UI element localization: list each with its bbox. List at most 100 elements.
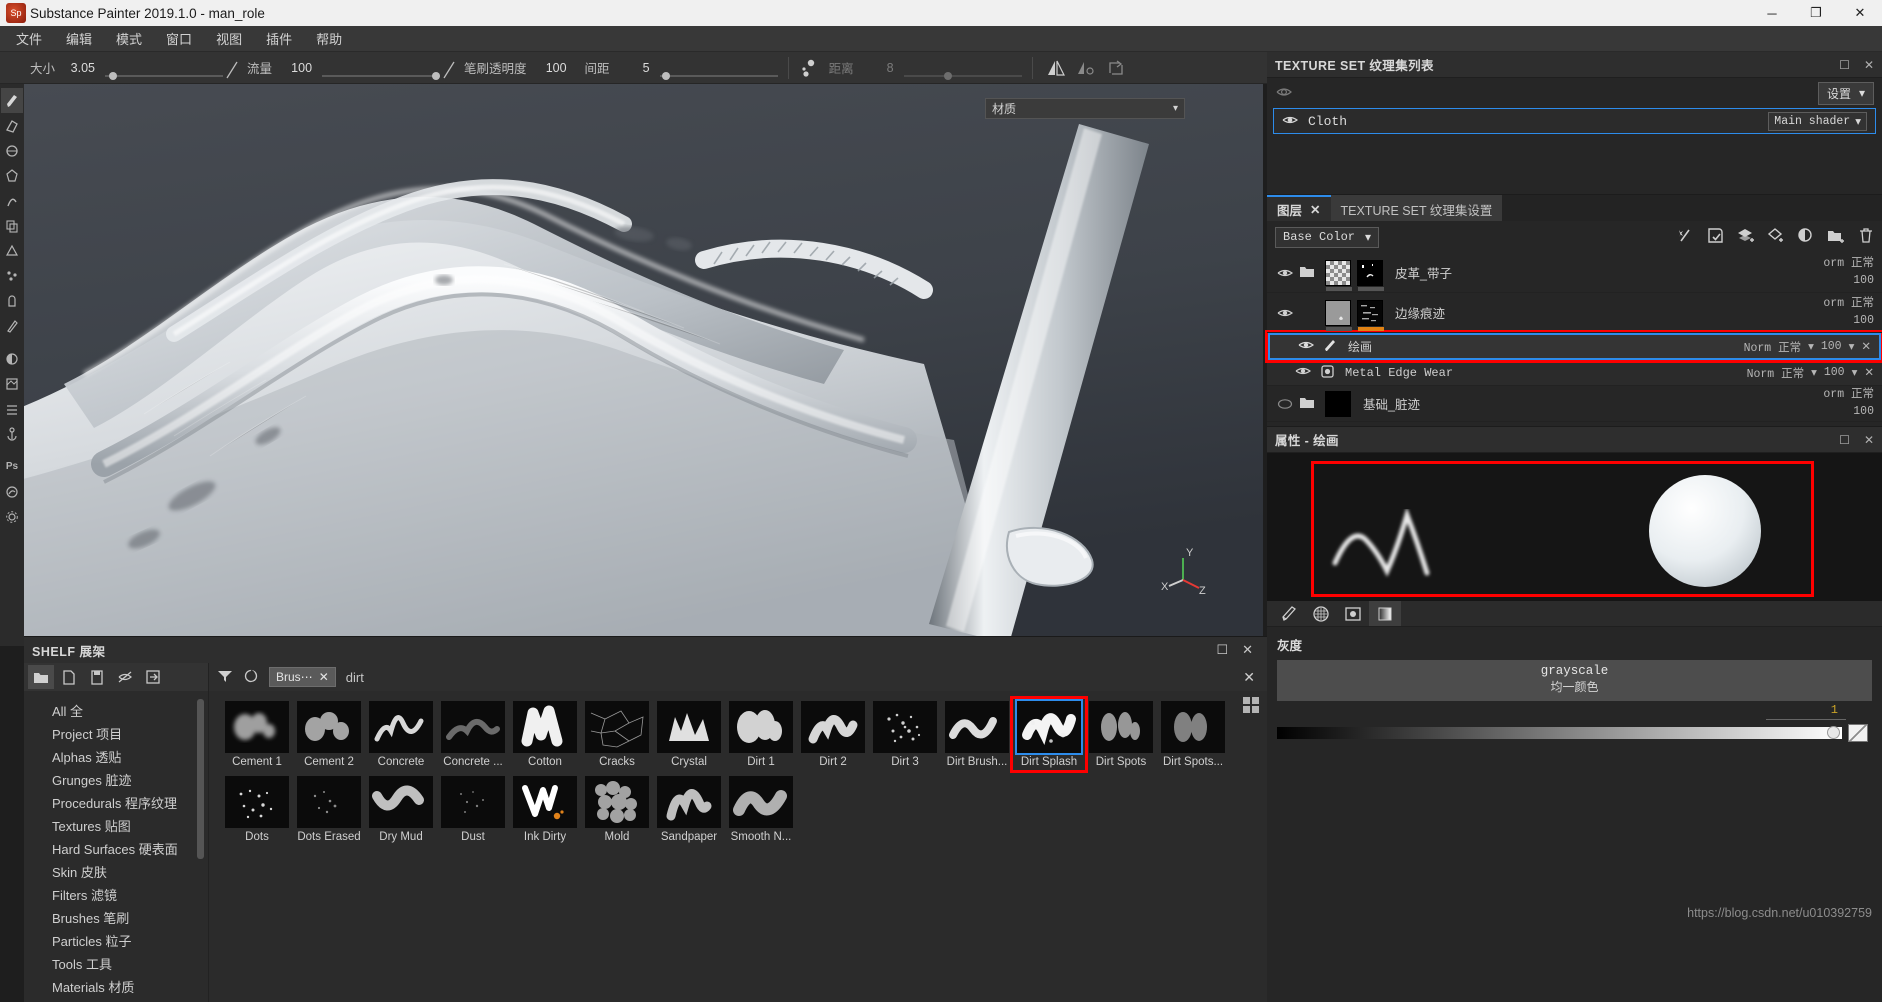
brush-opacity-value[interactable]: 100: [533, 61, 567, 75]
layer-thumbnail[interactable]: [1325, 259, 1352, 291]
close-icon[interactable]: ✕: [1864, 433, 1874, 447]
physical-paint-tool-icon[interactable]: [1, 288, 23, 313]
shelf-category-filters[interactable]: Filters 滤镜: [24, 883, 208, 906]
shelf-item[interactable]: Cement 1: [223, 701, 291, 768]
float-icon[interactable]: ☐: [1839, 433, 1850, 447]
new-file-icon[interactable]: [56, 665, 82, 689]
grayscale-slider-handle[interactable]: [1827, 726, 1840, 739]
shelf-item[interactable]: Concrete: [367, 701, 435, 768]
shelf-category-particles[interactable]: Particles 粒子: [24, 929, 208, 952]
texture-set-settings-button[interactable]: 设置 ▾: [1817, 81, 1874, 105]
menu-mode[interactable]: 模式: [104, 26, 154, 51]
folder-icon[interactable]: [28, 665, 54, 689]
brush-preview[interactable]: [1267, 453, 1882, 601]
shelf-item[interactable]: Dirt 2: [799, 701, 867, 768]
filter-icon[interactable]: [217, 669, 233, 686]
shelf-item[interactable]: Dots: [223, 776, 291, 843]
spacing-value[interactable]: 5: [616, 61, 650, 75]
smudge-tool-icon[interactable]: [1, 188, 23, 213]
add-layer-icon[interactable]: [1767, 227, 1784, 247]
close-icon[interactable]: ✕: [319, 670, 329, 684]
delete-icon[interactable]: [1858, 227, 1874, 247]
add-mask-icon[interactable]: [1707, 227, 1724, 247]
shelf-item[interactable]: Dry Mud: [367, 776, 435, 843]
shelf-item[interactable]: Smooth N...: [727, 776, 795, 843]
shelf-category-brushes[interactable]: Brushes 笔刷: [24, 906, 208, 929]
flow-slider[interactable]: [322, 53, 441, 83]
shelf-item-dirt-splash[interactable]: Dirt Splash: [1010, 696, 1088, 773]
effects-icon[interactable]: [1677, 227, 1694, 247]
shelf-item[interactable]: Dots Erased: [295, 776, 363, 843]
brush-size-value[interactable]: 3.05: [61, 61, 95, 75]
paint-tool-icon[interactable]: [1, 88, 23, 113]
grayscale-slider-value[interactable]: 1: [1831, 703, 1838, 717]
mirror-icon[interactable]: [1043, 55, 1069, 81]
minimize-button[interactable]: ─: [1750, 0, 1794, 26]
shelf-category-tools[interactable]: Tools 工具: [24, 952, 208, 975]
maximize-button[interactable]: ❐: [1794, 0, 1838, 26]
texture-set-row-cloth[interactable]: Cloth Main shader ▾: [1273, 108, 1876, 134]
folder-icon[interactable]: [1299, 396, 1319, 412]
shader-select[interactable]: Main shader ▾: [1768, 111, 1867, 131]
shelf-item[interactable]: Dirt Brush...: [943, 701, 1011, 768]
effect-row-paint[interactable]: 绘画 Norm 正常 ▾ 100 ▾ ✕: [1265, 330, 1882, 363]
tiling-icon[interactable]: [1103, 55, 1129, 81]
shelf-category-all[interactable]: All 全: [24, 699, 208, 722]
hide-icon[interactable]: [112, 665, 138, 689]
shelf-category-procedurals[interactable]: Procedurals 程序纹理: [24, 791, 208, 814]
gradient-mode-icon[interactable]: [1369, 601, 1401, 626]
effect-opacity[interactable]: 100: [1824, 366, 1845, 379]
effect-opacity[interactable]: 100: [1821, 340, 1842, 353]
grid-view-icon[interactable]: [1243, 697, 1259, 713]
shelf-item[interactable]: Dirt Spots...: [1159, 701, 1227, 768]
menu-window[interactable]: 窗口: [154, 26, 204, 51]
shelf-item[interactable]: Ink Dirty: [511, 776, 579, 843]
shelf-category-grunges[interactable]: Grunges 脏迹: [24, 768, 208, 791]
shelf-item[interactable]: Concrete ...: [439, 701, 507, 768]
add-folder-icon[interactable]: [1827, 228, 1845, 247]
save-icon[interactable]: [84, 665, 110, 689]
menu-plugins[interactable]: 插件: [254, 26, 304, 51]
chevron-down-icon[interactable]: ▾: [1808, 339, 1814, 354]
geometry-decal-tool-icon[interactable]: [1, 238, 23, 263]
close-icon[interactable]: ✕: [1310, 202, 1320, 217]
anchor-tool-icon[interactable]: [1, 421, 23, 446]
eye-icon[interactable]: [1282, 114, 1299, 129]
layer-row[interactable]: 边缘痕迹 orm 正常 100: [1267, 293, 1882, 333]
mask-tool-icon[interactable]: [1, 346, 23, 371]
clone-tool-icon[interactable]: [1, 213, 23, 238]
material-picker-tool-icon[interactable]: [1, 313, 23, 338]
effect-blend-mode[interactable]: Norm 正常: [1744, 339, 1802, 355]
layer-thumbnail[interactable]: [1325, 299, 1352, 331]
shelf-category-alphas[interactable]: Alphas 透贴: [24, 745, 208, 768]
shelf-item[interactable]: Dust: [439, 776, 507, 843]
shelf-content-close-icon[interactable]: ✕: [1243, 669, 1259, 686]
settings-tool-icon[interactable]: [1, 504, 23, 529]
shelf-category-materials[interactable]: Materials 材质: [24, 975, 208, 998]
chevron-down-icon[interactable]: ▾: [1849, 339, 1855, 354]
eye-icon[interactable]: [1295, 365, 1312, 380]
add-paint-layer-icon[interactable]: [1797, 227, 1814, 247]
shelf-close-icon[interactable]: ✕: [1242, 642, 1253, 658]
shelf-float-icon[interactable]: ☐: [1216, 642, 1228, 658]
shelf-item[interactable]: Dirt 3: [871, 701, 939, 768]
layer-opacity[interactable]: 100: [1823, 273, 1874, 290]
layer-row[interactable]: 基础_脏迹 orm 正常 100: [1267, 386, 1882, 422]
eye-hidden-icon[interactable]: [1275, 398, 1295, 410]
photoshop-tool-icon[interactable]: Ps: [1, 454, 23, 479]
visibility-toggle-icon[interactable]: [1275, 85, 1293, 102]
grayscale-slider[interactable]: [1277, 727, 1842, 739]
shelf-item[interactable]: Mold: [583, 776, 651, 843]
filter-tool-icon[interactable]: [1, 371, 23, 396]
layer-opacity[interactable]: 100: [1823, 313, 1874, 330]
layer-thumbnail[interactable]: [1325, 390, 1351, 417]
distance-slider[interactable]: [903, 53, 1022, 83]
effect-blend-mode[interactable]: Norm 正常: [1747, 365, 1805, 381]
shelf-search-input[interactable]: dirt: [346, 670, 364, 685]
remove-effect-icon[interactable]: ✕: [1864, 365, 1874, 380]
eye-icon[interactable]: [1275, 307, 1295, 319]
brush-mode-icon[interactable]: [1273, 601, 1305, 626]
eye-icon[interactable]: [1298, 339, 1315, 354]
folder-icon[interactable]: [1299, 265, 1319, 281]
add-fill-layer-icon[interactable]: [1737, 227, 1754, 247]
